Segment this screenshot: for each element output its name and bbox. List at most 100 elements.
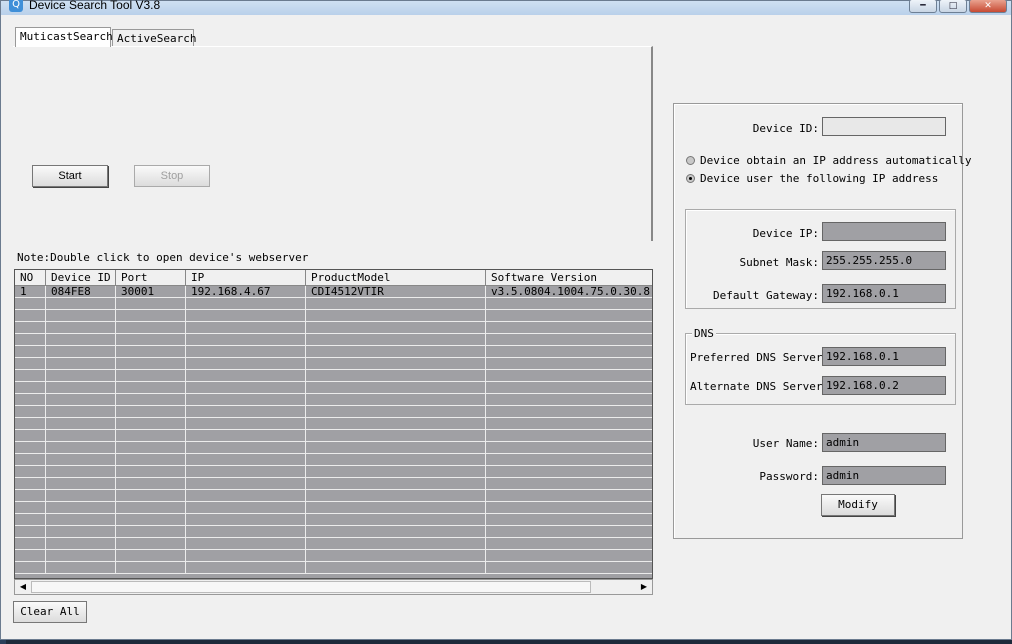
table-row-empty[interactable]	[15, 538, 652, 550]
cell-ip	[186, 370, 306, 382]
cell-product-model	[306, 358, 486, 370]
table-row-empty[interactable]	[15, 322, 652, 334]
table-row[interactable]: 1 084FE8 30001 192.168.4.67 CDI4512VTIR v3.5.…	[15, 286, 652, 298]
scroll-thumb[interactable]	[31, 581, 591, 593]
cell-port	[116, 430, 186, 442]
table-row-empty[interactable]	[15, 394, 652, 406]
note-text: Note:Double click to open device's webse…	[17, 251, 309, 264]
alternate-dns-label: Alternate DNS Server:	[690, 380, 830, 393]
horizontal-scrollbar[interactable]: ◀ ▶	[14, 579, 653, 595]
preferred-dns-field[interactable]: 192.168.0.1	[822, 347, 946, 366]
close-button[interactable]: ✕	[969, 0, 1007, 13]
cell-software-version	[486, 334, 652, 346]
column-header-device-id[interactable]: Device ID	[46, 270, 116, 285]
table-row-empty[interactable]	[15, 370, 652, 382]
ip-settings-group: Device IP: Subnet Mask: 255.255.255.0 De…	[685, 209, 956, 309]
table-row-empty[interactable]	[15, 526, 652, 538]
radio-auto-icon[interactable]	[686, 155, 695, 165]
column-header-software-version[interactable]: Software Version	[486, 270, 652, 285]
cell-port	[116, 526, 186, 538]
table-row-empty[interactable]	[15, 514, 652, 526]
subnet-mask-field[interactable]: 255.255.255.0	[822, 251, 946, 270]
cell-product-model	[306, 562, 486, 574]
tab-active-search[interactable]: ActiveSearch	[112, 29, 196, 47]
table-row-empty[interactable]	[15, 298, 652, 310]
start-button[interactable]: Start	[32, 165, 108, 187]
user-name-field[interactable]: admin	[822, 433, 946, 452]
cell-product-model	[306, 346, 486, 358]
table-row-empty[interactable]	[15, 550, 652, 562]
cell-device-id	[46, 490, 116, 502]
radio-use-following[interactable]: Device user the following IP address	[686, 172, 938, 185]
table-row-empty[interactable]	[15, 430, 652, 442]
cell-product-model	[306, 334, 486, 346]
minimize-button[interactable]: ━	[909, 0, 937, 13]
table-row-empty[interactable]	[15, 490, 652, 502]
column-header-no[interactable]: NO	[15, 270, 46, 285]
table-row-empty[interactable]	[15, 418, 652, 430]
cell-port	[116, 478, 186, 490]
table-row-empty[interactable]	[15, 346, 652, 358]
cell-software-version	[486, 514, 652, 526]
clear-all-button[interactable]: Clear All	[13, 601, 87, 623]
modify-button[interactable]: Modify	[821, 494, 895, 516]
cell-port	[116, 358, 186, 370]
alternate-dns-field[interactable]: 192.168.0.2	[822, 376, 946, 395]
column-header-port[interactable]: Port	[116, 270, 186, 285]
stop-button[interactable]: Stop	[134, 165, 210, 187]
password-field[interactable]: admin	[822, 466, 946, 485]
device-id-label: Device ID:	[752, 122, 819, 135]
cell-product-model	[306, 394, 486, 406]
column-header-ip[interactable]: IP	[186, 270, 306, 285]
default-gateway-field[interactable]: 192.168.0.1	[822, 284, 946, 303]
scroll-right-icon[interactable]: ▶	[636, 580, 652, 594]
cell-port	[116, 562, 186, 574]
table-row-empty[interactable]	[15, 406, 652, 418]
cell-ip	[186, 418, 306, 430]
cell-software-version	[486, 298, 652, 310]
cell-ip	[186, 322, 306, 334]
radio-obtain-auto[interactable]: Device obtain an IP address automaticall…	[686, 154, 972, 167]
device-ip-field[interactable]	[822, 222, 946, 241]
cell-no	[15, 310, 46, 322]
cell-device-id	[46, 346, 116, 358]
cell-no	[15, 418, 46, 430]
table-row-empty[interactable]	[15, 358, 652, 370]
table-row-empty[interactable]	[15, 466, 652, 478]
cell-ip	[186, 526, 306, 538]
cell-ip	[186, 562, 306, 574]
cell-no	[15, 538, 46, 550]
table-row-empty[interactable]	[15, 334, 652, 346]
cell-device-id	[46, 310, 116, 322]
table-row-empty[interactable]	[15, 502, 652, 514]
cell-ip	[186, 358, 306, 370]
cell-device-id	[46, 466, 116, 478]
device-id-field[interactable]	[822, 117, 946, 136]
title-bar[interactable]: Q Device Search Tool V3.8 ━ □ ✕	[1, 0, 1011, 15]
table-row-empty[interactable]	[15, 454, 652, 466]
table-row-empty[interactable]	[15, 562, 652, 574]
cell-ip	[186, 382, 306, 394]
table-row-empty[interactable]	[15, 310, 652, 322]
table-row-empty[interactable]	[15, 442, 652, 454]
cell-port	[116, 418, 186, 430]
subnet-mask-label: Subnet Mask:	[739, 256, 819, 269]
scroll-left-icon[interactable]: ◀	[15, 580, 31, 594]
cell-ip	[186, 310, 306, 322]
cell-device-id	[46, 418, 116, 430]
cell-product-model	[306, 538, 486, 550]
column-header-product-model[interactable]: ProductModel	[306, 270, 486, 285]
cell-software-version	[486, 394, 652, 406]
cell-ip	[186, 442, 306, 454]
radio-manual-icon[interactable]	[686, 173, 695, 183]
cell-product-model: CDI4512VTIR	[306, 286, 486, 298]
cell-no	[15, 430, 46, 442]
table-row-empty[interactable]	[15, 478, 652, 490]
table-row-empty[interactable]	[15, 382, 652, 394]
cell-no	[15, 382, 46, 394]
device-grid[interactable]: NO Device ID Port IP ProductModel Softwa…	[14, 269, 653, 579]
tab-multicast-search[interactable]: MuticastSearch	[15, 27, 113, 47]
client-area: MuticastSearch ActiveSearch Start Stop N…	[7, 15, 1011, 639]
cell-device-id	[46, 322, 116, 334]
maximize-button[interactable]: □	[939, 0, 967, 13]
